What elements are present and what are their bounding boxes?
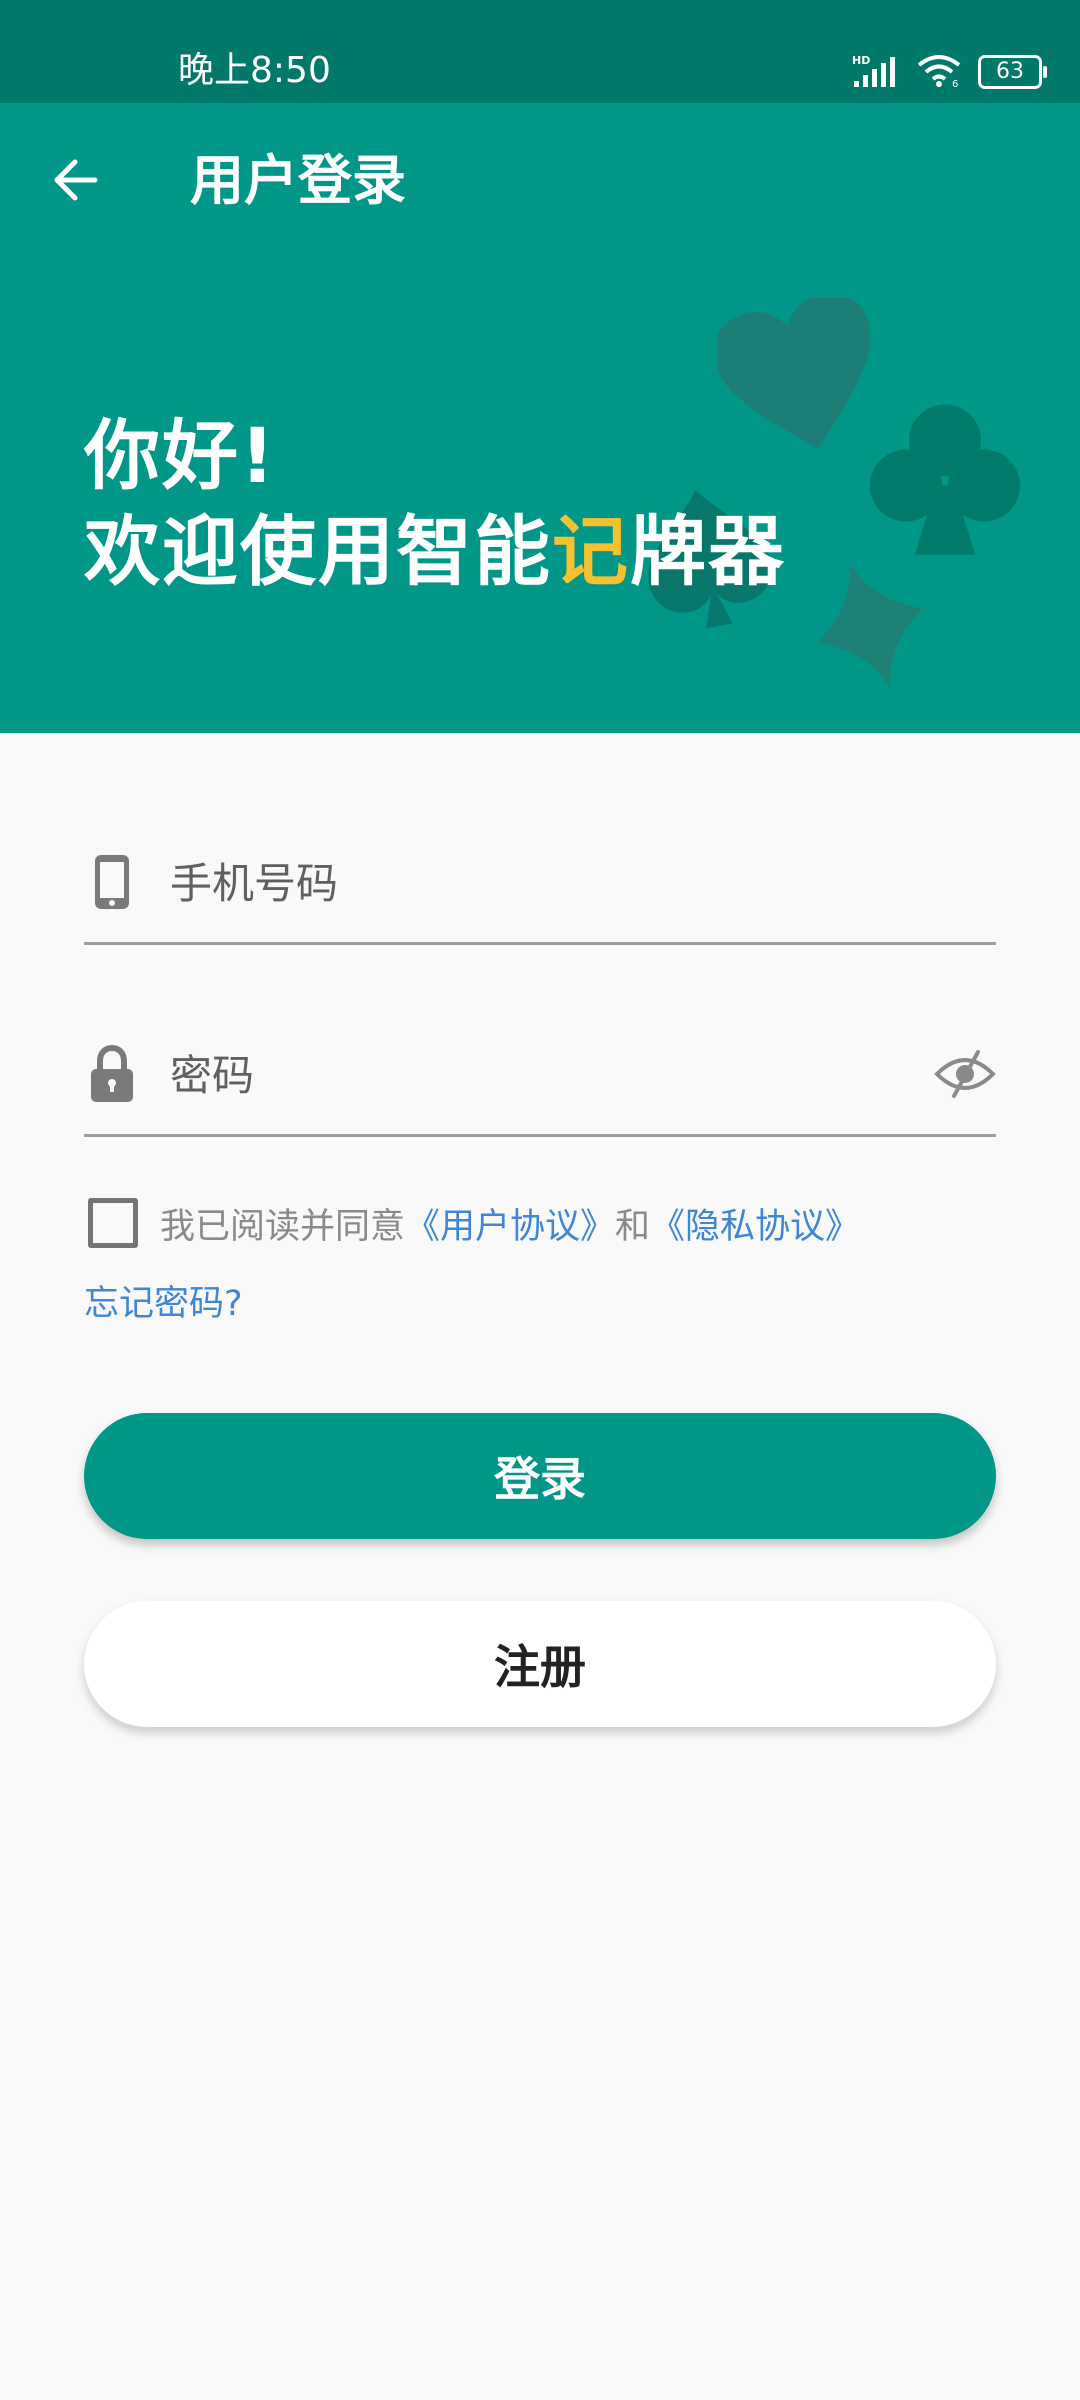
user-agreement-link[interactable]: 《用户协议》 — [405, 1198, 615, 1249]
agreement-prefix: 我已阅读并同意 — [160, 1206, 406, 1247]
greeting-suffix: 牌器 — [630, 507, 786, 596]
password-input[interactable]: 密码 — [170, 1046, 254, 1106]
lock-icon — [90, 1044, 134, 1104]
hd-signal-icon: HD — [852, 53, 900, 91]
svg-text:6: 6 — [952, 79, 958, 87]
eye-off-icon[interactable] — [934, 1048, 996, 1100]
svg-text:HD: HD — [852, 54, 870, 67]
arrow-left-icon — [51, 158, 99, 206]
wifi-icon: 6 — [916, 53, 962, 91]
register-button[interactable]: 注册 — [84, 1601, 996, 1727]
phone-icon — [90, 852, 134, 912]
privacy-agreement-link[interactable]: 《隐私协议》 — [650, 1198, 860, 1249]
agreement-and: 和 — [615, 1206, 651, 1247]
status-bar: 晚上8:50 HD 6 63 — [0, 0, 1080, 103]
welcome-greeting: 你好! 欢迎使用智能记牌器 — [84, 408, 786, 600]
greeting-prefix: 欢迎使用智能 — [84, 507, 552, 596]
greeting-line-1: 你好! — [84, 411, 277, 500]
status-icons: HD 6 63 — [852, 50, 1047, 94]
agreement-row: 我已阅读并同意 《用户协议》 和 《隐私协议》 — [84, 1195, 860, 1251]
status-time: 晚上8:50 — [178, 50, 331, 91]
battery-icon: 63 — [978, 55, 1047, 89]
password-field[interactable]: 密码 — [84, 1022, 996, 1137]
diamond-icon — [817, 563, 923, 688]
agreement-checkbox[interactable] — [88, 1198, 138, 1248]
greeting-line-2: 欢迎使用智能记牌器 — [84, 504, 786, 600]
phone-field[interactable]: 手机号码 — [84, 830, 996, 945]
login-form: 手机号码 密码 — [84, 830, 996, 1137]
hero-banner: 用户登录 你好! 欢迎使用智能记牌器 — [0, 103, 1080, 733]
forgot-password-link[interactable]: 忘记密码? — [84, 1278, 243, 1330]
page-title: 用户登录 — [190, 149, 406, 212]
club-icon — [870, 404, 1020, 555]
back-button[interactable] — [40, 147, 110, 217]
login-button[interactable]: 登录 — [84, 1413, 996, 1539]
phone-input[interactable]: 手机号码 — [170, 854, 338, 914]
greeting-highlight: 记 — [552, 507, 630, 596]
